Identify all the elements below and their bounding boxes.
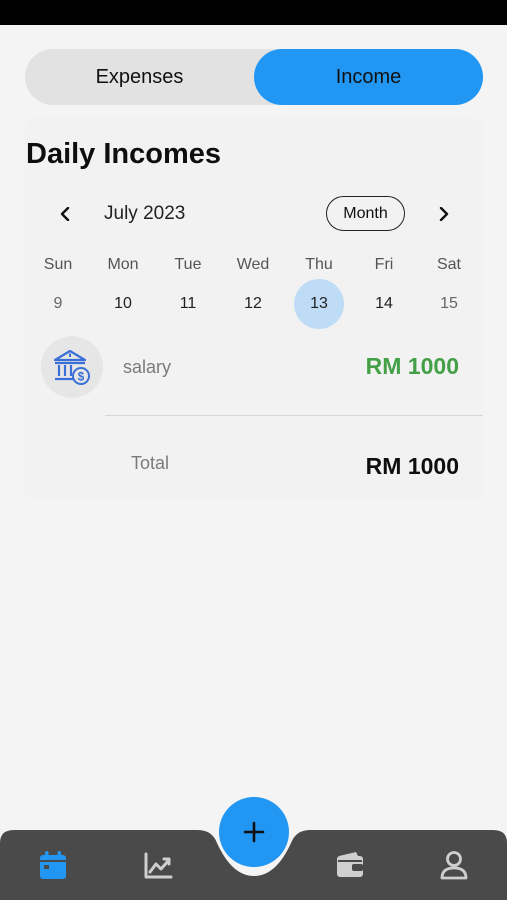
date-cell[interactable]: 10: [98, 279, 148, 329]
date-cell[interactable]: 9: [33, 279, 83, 329]
chart-icon: [144, 852, 173, 879]
date-cell[interactable]: 15: [424, 279, 474, 329]
date-cell[interactable]: 14: [359, 279, 409, 329]
divider: [105, 415, 483, 416]
month-view-button[interactable]: Month: [326, 196, 405, 231]
add-icon: [243, 821, 265, 843]
total-label: Total: [131, 453, 170, 473]
svg-text:$: $: [78, 370, 85, 384]
date-cell[interactable]: 11: [163, 279, 213, 329]
nav-statistics[interactable]: [138, 845, 178, 885]
date-cell[interactable]: 12: [228, 279, 278, 329]
weekday-label: Tue: [174, 256, 202, 273]
previous-month-button[interactable]: [50, 199, 80, 229]
tab-income[interactable]: Income: [254, 49, 483, 105]
page-title: Daily Incomes: [26, 138, 222, 170]
chevron-left-icon: [60, 207, 70, 221]
week-strip: Sun Mon Tue Wed Thu Fri Sat 9 10 11 12 1…: [25, 252, 483, 332]
date-cell-selected[interactable]: 13: [294, 279, 344, 329]
weekday-label: Wed: [236, 256, 270, 273]
entry-category: salary: [123, 357, 172, 377]
weekday-label: Sun: [43, 256, 73, 273]
tab-expenses[interactable]: Expenses: [25, 49, 254, 105]
income-entry[interactable]: $ salary RM 1000: [25, 332, 483, 404]
weekday-label: Fri: [374, 256, 394, 273]
nav-wallet[interactable]: [330, 845, 370, 885]
weekday-label: Thu: [305, 256, 333, 273]
bank-dollar-icon: $: [41, 336, 103, 398]
next-month-button[interactable]: [429, 199, 459, 229]
weekday-label: Sat: [436, 256, 461, 273]
profile-icon: [440, 851, 468, 880]
chevron-right-icon: [439, 207, 449, 221]
weekday-label: Mon: [107, 256, 139, 273]
wallet-icon: [337, 852, 363, 877]
calendar-icon: [40, 851, 66, 879]
month-navigation: July 2023 Month: [40, 195, 470, 233]
nav-calendar[interactable]: [33, 845, 73, 885]
expense-income-toggle: Expenses Income: [25, 49, 483, 105]
status-bar: [0, 0, 507, 25]
entry-amount: RM 1000: [365, 353, 459, 379]
current-month-label: July 2023: [104, 203, 186, 224]
nav-profile[interactable]: [434, 845, 474, 885]
total-amount: RM 1000: [365, 453, 459, 479]
add-entry-button[interactable]: [219, 797, 289, 867]
